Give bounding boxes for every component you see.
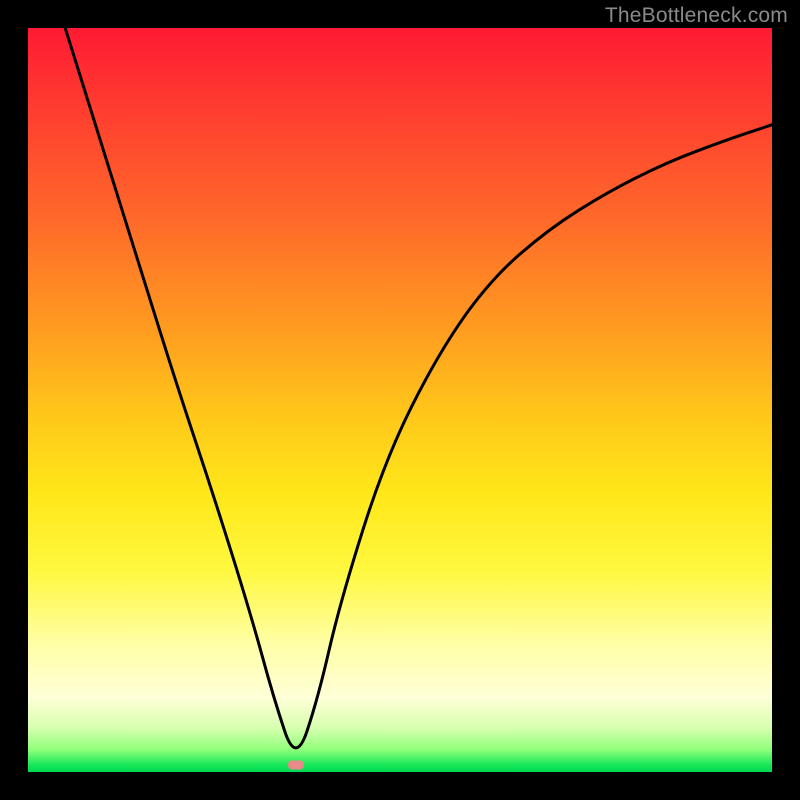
watermark-text: TheBottleneck.com [605, 4, 788, 28]
plot-area [28, 28, 772, 772]
chart-frame: TheBottleneck.com [0, 0, 800, 800]
bottleneck-curve [65, 28, 772, 748]
min-marker [288, 760, 304, 769]
curve-svg [28, 28, 772, 772]
